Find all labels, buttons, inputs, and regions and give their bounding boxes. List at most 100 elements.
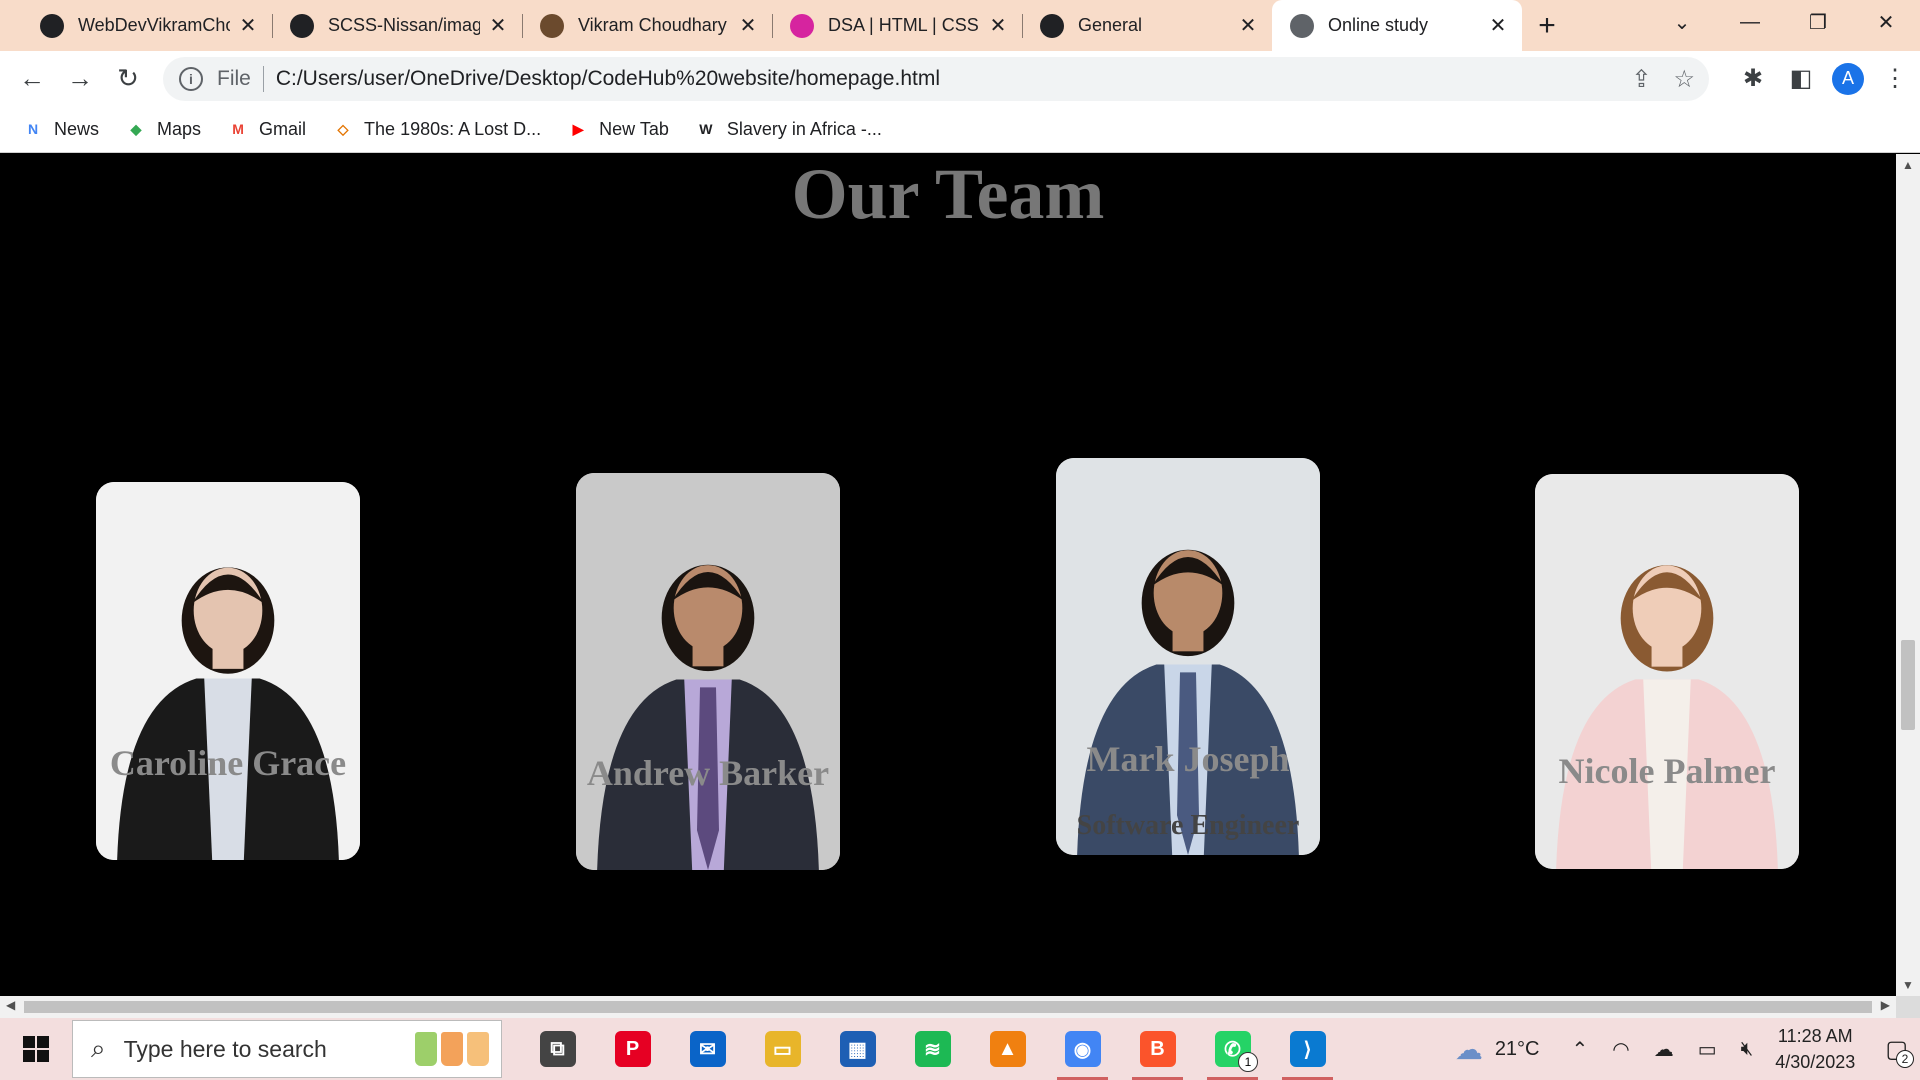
close-icon[interactable]: ✕ bbox=[738, 13, 758, 38]
restore-button[interactable]: ❐ bbox=[1784, 0, 1852, 44]
back-button[interactable]: ← bbox=[8, 55, 56, 103]
volume-muted-icon[interactable]: 🔇︎ bbox=[1741, 1038, 1754, 1061]
share-icon[interactable]: ⇪ bbox=[1631, 65, 1651, 94]
horizontal-scrollbar[interactable]: ◀ ▶ bbox=[0, 996, 1896, 1018]
app-badge: 1 bbox=[1238, 1052, 1258, 1072]
menu-icon[interactable]: ⋮ bbox=[1878, 62, 1912, 96]
horizontal-scroll-thumb[interactable] bbox=[24, 1001, 1872, 1013]
tab-3[interactable]: DSA | HTML | CSS | ✕ bbox=[772, 0, 1022, 51]
tab-2[interactable]: Vikram Choudhary ✕ bbox=[522, 0, 772, 51]
tab-4[interactable]: General ✕ bbox=[1022, 0, 1272, 51]
tab-list: WebDevVikramCho ✕ SCSS-Nissan/image ✕ Vikram… bbox=[22, 0, 1522, 51]
bookmark-2[interactable]: M Gmail bbox=[227, 118, 306, 140]
taskbar-app-5[interactable]: ≋ bbox=[895, 1018, 970, 1080]
taskbar-app-8[interactable]: B bbox=[1120, 1018, 1195, 1080]
start-button[interactable] bbox=[0, 1018, 72, 1080]
tab-title: Vikram Choudhary bbox=[578, 15, 727, 35]
profile-avatar[interactable]: A bbox=[1832, 62, 1864, 95]
wikipedia-icon: W bbox=[699, 121, 713, 137]
bookmark-label: Maps bbox=[157, 118, 202, 139]
tab-1[interactable]: SCSS-Nissan/image ✕ bbox=[272, 0, 522, 51]
taskbar-app-0[interactable]: ⧉ bbox=[520, 1018, 595, 1080]
chevron-up-icon[interactable]: ⌃ bbox=[1572, 1037, 1589, 1062]
bookmark-label: Gmail bbox=[259, 118, 307, 139]
taskbar-app-6[interactable]: ▲ bbox=[970, 1018, 1045, 1080]
bookmark-5[interactable]: W Slavery in Africa -... bbox=[695, 118, 882, 140]
tab-0[interactable]: WebDevVikramCho ✕ bbox=[22, 0, 272, 51]
github-icon bbox=[1040, 13, 1064, 38]
tab-5[interactable]: Online study ✕ bbox=[1272, 0, 1522, 51]
bookmark-label: News bbox=[54, 118, 100, 139]
taskbar-app-1[interactable]: P bbox=[595, 1018, 670, 1080]
scroll-right-arrow-icon[interactable]: ▶ bbox=[1881, 998, 1890, 1012]
bookmarks-bar: N News ◆ Maps M Gmail ◇ The 1980s: A Lost D... ▶… bbox=[0, 106, 1920, 153]
scroll-up-arrow-icon[interactable]: ▲ bbox=[1896, 158, 1920, 172]
page-icon: ◇ bbox=[337, 120, 349, 137]
file-explorer-icon: ▭ bbox=[764, 1031, 801, 1067]
github-icon bbox=[40, 13, 64, 38]
bookmark-1[interactable]: ◆ Maps bbox=[125, 118, 201, 140]
maps-icon: ◆ bbox=[130, 120, 142, 137]
taskbar-app-2[interactable]: ✉ bbox=[670, 1018, 745, 1080]
member-name: Mark Joseph bbox=[1086, 739, 1290, 779]
notifications-icon[interactable]: ▢ 2 bbox=[1885, 1035, 1914, 1068]
github-icon bbox=[290, 13, 314, 38]
tab-title: DSA | HTML | CSS | bbox=[828, 15, 980, 35]
clock-date: 4/30/2023 bbox=[1775, 1052, 1856, 1072]
weather-icon[interactable]: ☁ bbox=[1455, 1033, 1483, 1066]
search-highlight-icon bbox=[415, 1032, 489, 1066]
vscode-icon: ⟩ bbox=[1289, 1031, 1326, 1067]
member-name: Nicole Palmer bbox=[1558, 751, 1776, 791]
vertical-scrollbar[interactable]: ▲ ▼ bbox=[1896, 154, 1920, 996]
globe-icon bbox=[1290, 13, 1314, 38]
battery-icon[interactable]: ▭ bbox=[1698, 1037, 1717, 1062]
tab-search-icon[interactable]: ⌄ bbox=[1648, 0, 1716, 44]
onedrive-icon[interactable]: ☁ bbox=[1654, 1037, 1674, 1062]
reload-button[interactable]: ↻ bbox=[104, 55, 152, 103]
close-icon[interactable]: ✕ bbox=[488, 13, 508, 38]
taskbar-app-10[interactable]: ⟩ bbox=[1270, 1018, 1345, 1080]
member-photo bbox=[576, 473, 840, 870]
bookmark-4[interactable]: ▶ New Tab bbox=[567, 118, 669, 140]
member-photo bbox=[96, 482, 360, 860]
taskbar-app-4[interactable]: ▦ bbox=[820, 1018, 895, 1080]
pinterest-icon: P bbox=[614, 1031, 651, 1067]
spotify-icon: ≋ bbox=[914, 1031, 951, 1067]
bookmark-star-icon[interactable]: ☆ bbox=[1673, 65, 1695, 94]
scrollbar-corner bbox=[1896, 996, 1920, 1018]
address-bar[interactable]: i File C:/Users/user/OneDrive/Desktop/Co… bbox=[163, 57, 1709, 101]
chrome-icon: ◉ bbox=[1064, 1031, 1101, 1067]
close-window-button[interactable]: ✕ bbox=[1852, 0, 1920, 44]
scroll-down-arrow-icon[interactable]: ▼ bbox=[1896, 978, 1920, 992]
clock[interactable]: 11:28 AM 4/30/2023 bbox=[1775, 1023, 1855, 1075]
wifi-icon[interactable]: ◠ bbox=[1612, 1037, 1629, 1062]
window-controls: ⌄ — ❐ ✕ bbox=[1648, 0, 1920, 51]
vertical-scroll-thumb[interactable] bbox=[1901, 640, 1915, 730]
tab-title: SCSS-Nissan/image bbox=[328, 15, 480, 35]
scroll-left-arrow-icon[interactable]: ◀ bbox=[6, 998, 15, 1012]
search-icon: ⌕ bbox=[91, 1033, 106, 1063]
url-text[interactable]: C:/Users/user/OneDrive/Desktop/CodeHub%2… bbox=[276, 67, 940, 91]
tab-title: General bbox=[1078, 15, 1143, 35]
site-info-icon[interactable]: i bbox=[179, 67, 203, 91]
member-name: Andrew Barker bbox=[586, 753, 830, 793]
member-photo bbox=[1056, 458, 1320, 855]
close-icon[interactable]: ✕ bbox=[1238, 13, 1258, 38]
taskbar-app-7[interactable]: ◉ bbox=[1045, 1018, 1120, 1080]
forward-button[interactable]: → bbox=[56, 55, 104, 103]
bookmark-0[interactable]: N News bbox=[22, 118, 99, 140]
minimize-button[interactable]: — bbox=[1716, 0, 1784, 44]
taskbar-search[interactable]: ⌕ Type here to search bbox=[72, 1020, 502, 1078]
new-tab-button[interactable]: + bbox=[1522, 0, 1572, 51]
notification-count: 2 bbox=[1896, 1049, 1914, 1068]
weather-temp[interactable]: 21°C bbox=[1495, 1038, 1540, 1061]
taskbar-app-9[interactable]: ✆ 1 bbox=[1195, 1018, 1270, 1080]
close-icon[interactable]: ✕ bbox=[1488, 13, 1508, 38]
side-panel-icon[interactable]: ◧ bbox=[1784, 62, 1818, 96]
close-icon[interactable]: ✕ bbox=[988, 13, 1008, 38]
close-icon[interactable]: ✕ bbox=[238, 13, 258, 38]
taskbar-app-3[interactable]: ▭ bbox=[745, 1018, 820, 1080]
bookmark-label: New Tab bbox=[599, 118, 669, 139]
bookmark-3[interactable]: ◇ The 1980s: A Lost D... bbox=[332, 118, 542, 140]
extensions-icon[interactable]: ✱ bbox=[1736, 62, 1770, 96]
